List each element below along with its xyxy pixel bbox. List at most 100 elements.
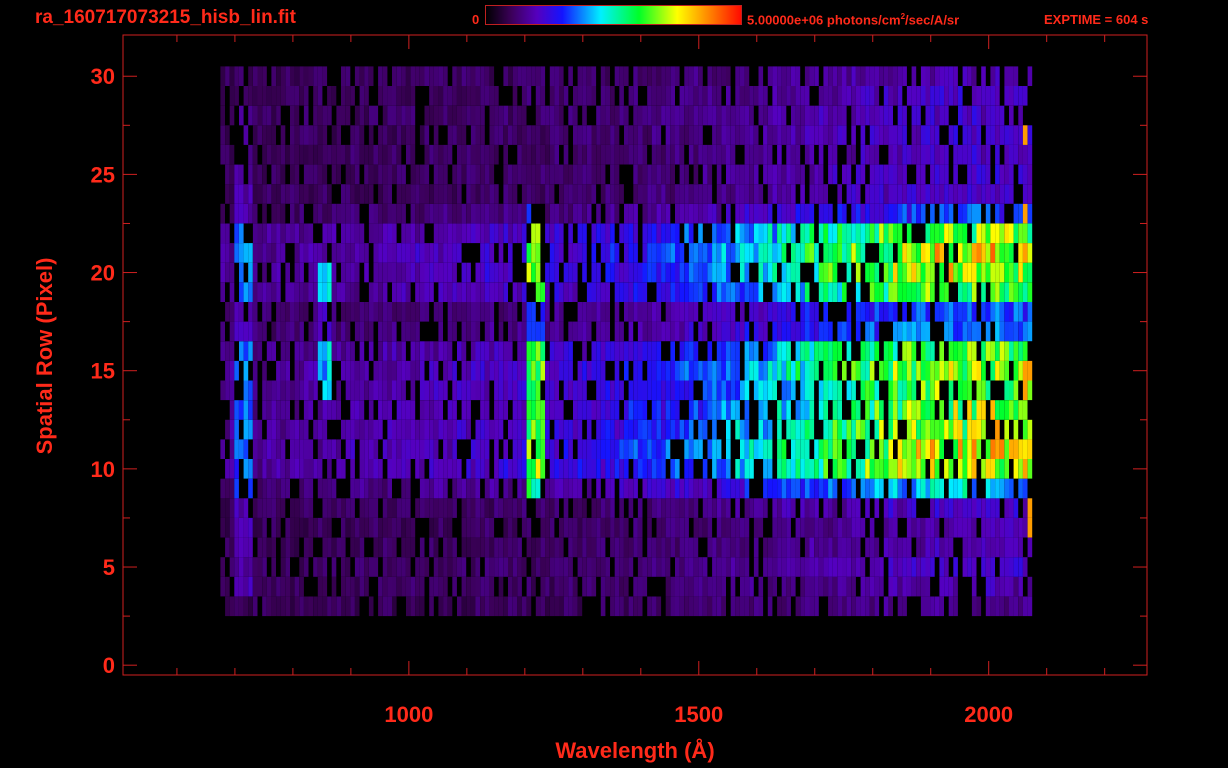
heatmap-cell [795,321,801,342]
heatmap-cell [308,164,314,185]
heatmap-cell [619,262,624,283]
heatmap-cell [934,144,940,165]
heatmap-cell [665,302,671,322]
heatmap-cell [925,125,931,145]
heatmap-cell [229,144,235,165]
heatmap-cell [591,282,597,302]
heatmap-cell [879,66,884,86]
heatmap-cell [902,321,907,342]
heatmap-cell [698,596,703,617]
heatmap-cell [971,262,977,283]
heatmap-cell [401,86,406,106]
heatmap-cell [327,537,332,558]
heatmap-cell [642,321,648,342]
heatmap-cell [248,380,253,401]
heatmap-cell [280,125,286,145]
heatmap-cell [586,557,592,577]
heatmap-cell [350,478,355,499]
heatmap-cell [438,557,443,577]
heatmap-cell [999,223,1005,244]
heatmap-cell [327,262,332,283]
heatmap-cell [290,576,295,597]
heatmap-cell [934,164,940,185]
heatmap-cell [1004,459,1009,479]
heatmap-cell [447,125,453,145]
heatmap-cell [795,262,801,283]
heatmap-cell [535,164,541,185]
heatmap-cell [354,282,360,302]
heatmap-cell [855,400,861,420]
heatmap-cell [809,341,815,361]
heatmap-cell [480,66,485,86]
heatmap-cell [350,360,355,381]
heatmap-cell [480,302,485,322]
heatmap-cell [271,144,276,165]
heatmap-cell [461,400,467,420]
heatmap-cell [1004,164,1009,185]
heatmap-cell [721,360,726,381]
heatmap-cell [387,360,392,381]
heatmap-cell [341,459,346,479]
heatmap-cell [795,517,801,538]
heatmap-cell [865,380,870,401]
heatmap-cell [559,576,564,597]
heatmap-cell [981,302,986,322]
heatmap-cell [651,184,657,204]
heatmap-cell [262,144,267,165]
heatmap-cell [512,223,518,244]
heatmap-cell [958,184,963,204]
heatmap-cell [814,498,819,518]
heatmap-cell [433,184,439,204]
heatmap-cell [605,439,610,459]
heatmap-cell [443,66,448,86]
heatmap-cell [1013,557,1019,577]
heatmap-cell [981,86,986,106]
heatmap-cell [967,517,972,538]
heatmap-cell [308,596,314,617]
heatmap-cell [308,184,314,204]
heatmap-cell [294,321,300,342]
heatmap-cell [559,419,564,440]
heatmap-cell [257,66,263,86]
heatmap-cell [276,321,281,342]
heatmap-cell [257,164,263,185]
heatmap-cell [832,537,838,558]
heatmap-cell [800,459,805,479]
heatmap-cell [266,478,272,499]
heatmap-cell [512,400,518,420]
heatmap-cell [990,596,995,617]
heatmap-cell [637,576,643,597]
heatmap-cell [698,144,703,165]
heatmap-cell [744,557,750,577]
heatmap-cell [693,243,699,263]
heatmap-cell [999,478,1005,499]
heatmap-cell [651,223,657,244]
heatmap-cell [967,537,972,558]
heatmap-cell [229,105,235,126]
heatmap-cell [814,125,819,145]
heatmap-cell [985,439,991,459]
heatmap-cell [498,105,504,126]
heatmap-cell [647,223,652,244]
heatmap-cell [874,262,880,283]
heatmap-cell [285,400,290,420]
heatmap-cell [665,262,671,283]
heatmap-cell [753,537,759,558]
heatmap-cell [958,439,963,459]
heatmap-cell [322,517,328,538]
heatmap-cell [888,498,893,518]
heatmap-cell [883,537,889,558]
heatmap-cell [614,321,620,342]
heatmap-cell [559,537,564,558]
heatmap-cell [753,517,759,538]
heatmap-cell [944,203,949,224]
heatmap-cell [888,596,893,617]
heatmap-cell [930,86,935,106]
heatmap-cell [392,66,397,86]
heatmap-cell [354,517,360,538]
heatmap-cell [735,203,740,224]
heatmap-cell [707,66,713,86]
heatmap-cell [549,576,555,597]
heatmap-cell [832,125,838,145]
heatmap-cell [842,223,847,244]
